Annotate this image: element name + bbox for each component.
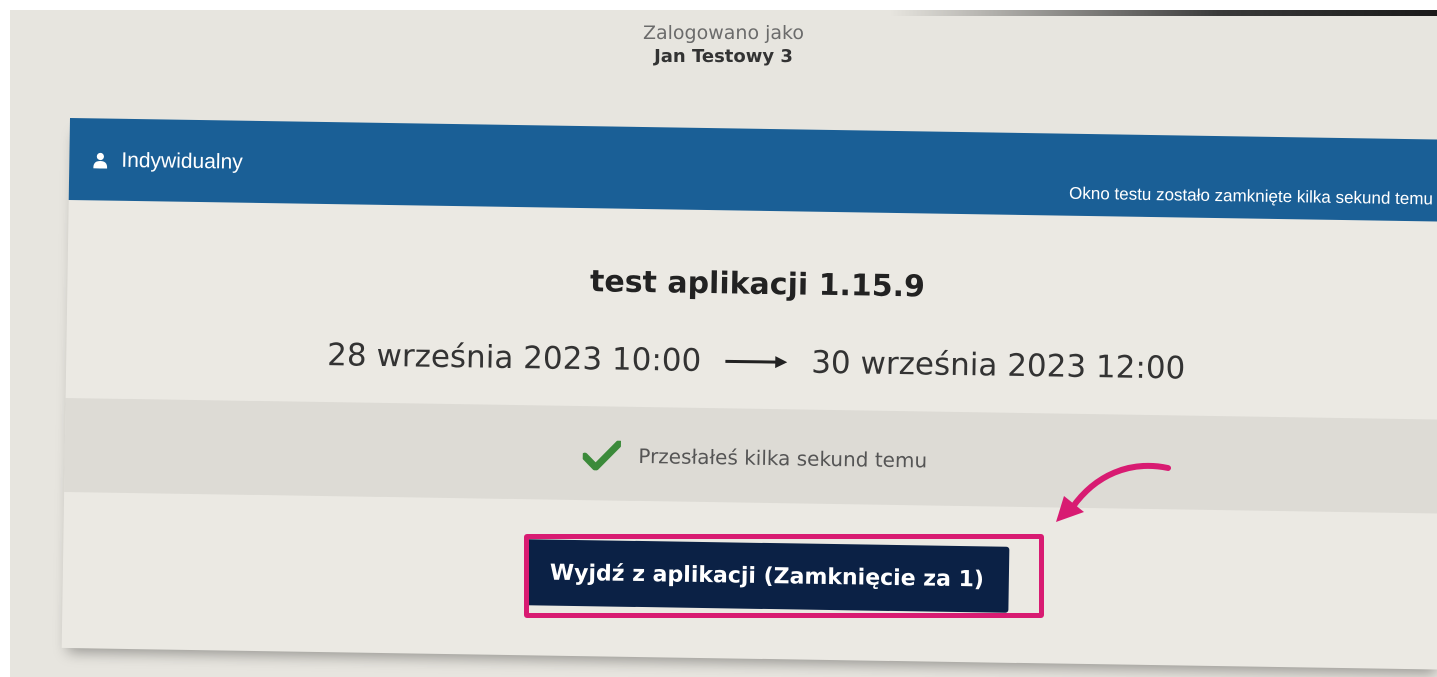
exit-app-button[interactable]: Wyjdź z aplikacji (Zamknięcie za 1) [524,539,1010,613]
submission-status: Przesłałeś kilka sekund temu [638,443,928,473]
monitor-edge [890,10,1437,16]
start-date: 28 września 2023 10:00 [326,337,702,379]
user-name: Jan Testowy 3 [654,46,793,67]
test-card: Indywidualny Okno testu zostało zamknięt… [61,118,1437,670]
window-status: Okno testu zostało zamknięte kilka sekun… [1068,183,1434,209]
end-date: 30 września 2023 12:00 [810,344,1186,387]
date-range: 28 września 2023 10:00 30 września 2023 … [66,333,1437,391]
submission-status-band: Przesłałeś kilka sekund temu [64,397,1437,514]
card-header: Indywidualny Okno testu zostało zamknięt… [68,118,1437,222]
test-title: test aplikacji 1.15.9 [589,264,926,305]
logged-in-info: Zalogowano jako Jan Testowy 3 [10,22,1437,67]
user-icon [93,152,108,169]
mode-label: Indywidualny [121,148,243,174]
submission-status-row: Przesłałeś kilka sekund temu [65,432,1437,484]
arrow-right-icon [725,356,788,369]
screen: Zalogowano jako Jan Testowy 3 Indywidual… [10,10,1437,677]
logged-in-label: Zalogowano jako [642,22,804,44]
checkmark-icon [582,440,621,471]
